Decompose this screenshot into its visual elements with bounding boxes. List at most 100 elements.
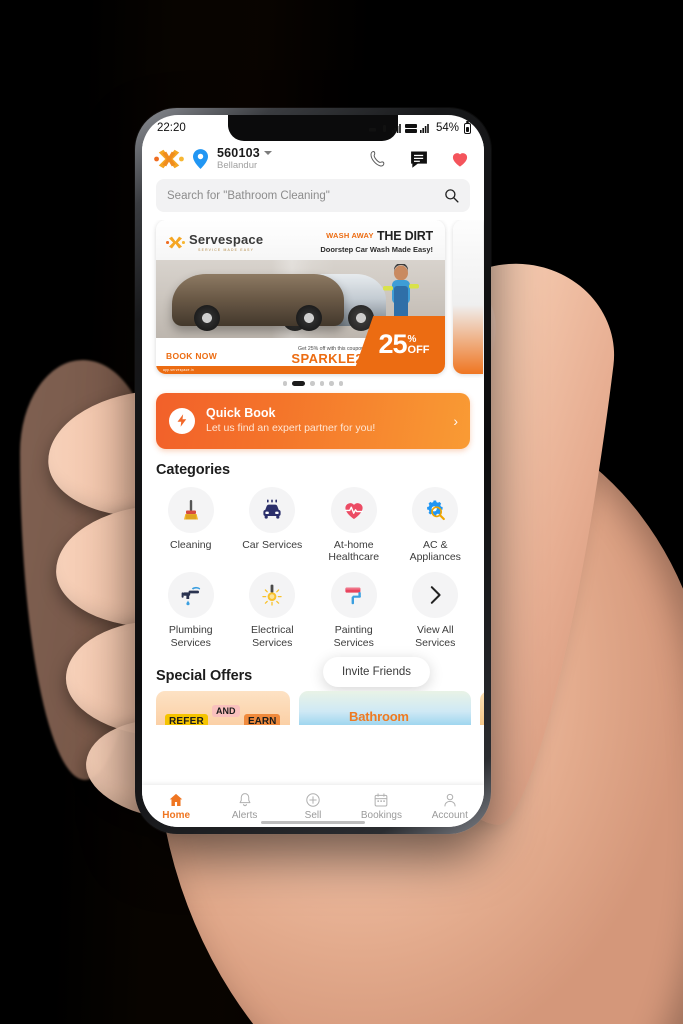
chat-icon[interactable]	[409, 149, 429, 169]
earn-word: EARN	[244, 714, 281, 725]
banner-discount-off: OFF	[407, 343, 430, 356]
banner-brand-name: Servespace	[189, 232, 264, 247]
category-label: Painting Services	[333, 624, 374, 649]
quick-book-card[interactable]: Quick Book Let us find an expert partner…	[156, 392, 470, 449]
banner-subheadline: Doorstep Car Wash Made Easy!	[320, 245, 433, 254]
calendar-icon	[375, 792, 388, 806]
battery-percent-label: 54%	[435, 122, 459, 134]
nav-item-home[interactable]: Home	[142, 785, 210, 827]
phone-device-frame: 22:20 54% 560103 Bellandur Search for "B…	[135, 108, 491, 834]
banner-pagination-dots[interactable]	[142, 374, 484, 391]
nav-label: Sell	[304, 809, 322, 821]
special-offers-header: Special Offers Invite Friends	[142, 649, 484, 689]
banner-headline-row: WASH AWAY THE DIRT	[320, 230, 433, 243]
category-car-services[interactable]: Car Services	[232, 486, 314, 564]
special-offers-title: Special Offers	[156, 668, 253, 684]
category-plumbing-services[interactable]: Plumbing Services	[150, 572, 232, 649]
signal-bars-icon-1	[391, 123, 401, 133]
vibrate-icon	[382, 124, 386, 132]
pagination-dot[interactable]	[310, 381, 315, 386]
chevron-right-icon	[412, 572, 459, 619]
bathroom-offer-title: Bathroom	[349, 709, 409, 724]
bell-icon	[239, 792, 251, 806]
banner-discount-percent: %	[407, 333, 417, 345]
status-bar-icons: 54%	[368, 120, 471, 134]
banner-headlines: WASH AWAY THE DIRT Doorstep Car Wash Mad…	[320, 230, 437, 254]
search-input[interactable]	[167, 189, 444, 202]
wheel-icon	[296, 305, 322, 331]
header-actions	[368, 149, 470, 169]
signal-bars-icon-2	[419, 123, 429, 133]
banner-brand-tagline: SERVICE MADE EASY	[198, 248, 255, 252]
nav-label: Account	[431, 809, 468, 821]
bathroom-offer-card[interactable]: Bathroom	[299, 691, 471, 725]
category-label: Electrical Services	[250, 624, 294, 649]
banner-footer-url: app.servespace.in	[163, 368, 194, 372]
promo-banner-car-wash[interactable]: Servespace SERVICE MADE EASY WASH AWAY T…	[156, 220, 445, 374]
special-offers-carousel[interactable]: REFER AND EARN Bathroom 🏠	[142, 689, 484, 725]
categories-grid: Cleaning Car Services At-home Healthcare…	[142, 486, 484, 650]
banner-carousel[interactable]: Servespace SERVICE MADE EASY WASH AWAY T…	[142, 220, 484, 374]
home-icon	[169, 793, 183, 806]
car-icon	[249, 486, 296, 533]
volte-icon	[404, 123, 417, 133]
category-label: View All Services	[415, 624, 456, 649]
favorites-icon[interactable]	[450, 149, 470, 169]
refer-word: REFER	[165, 714, 208, 725]
pagination-dot[interactable]	[282, 381, 288, 386]
quick-book-title: Quick Book	[206, 405, 276, 420]
location-selector[interactable]: 560103 Bellandur	[217, 145, 272, 172]
invite-friends-button[interactable]: Invite Friends	[322, 657, 430, 687]
paint-roller-icon	[330, 572, 377, 619]
third-offer-card[interactable]: 🏠	[480, 691, 484, 725]
category-view-all-services[interactable]: View All Services	[395, 572, 477, 649]
pagination-dot[interactable]	[319, 381, 325, 386]
status-bar: 22:20 54%	[142, 115, 484, 141]
heart-pulse-icon	[330, 486, 377, 533]
nav-item-account[interactable]: Account	[416, 785, 484, 827]
banner-headline-small: WASH AWAY	[326, 231, 374, 240]
bulb-icon	[249, 572, 296, 619]
lightning-bolt-icon	[169, 407, 195, 434]
alarm-icon	[368, 127, 377, 132]
plus-circle-icon	[306, 792, 320, 807]
promo-banner-next-peek[interactable]	[453, 220, 483, 374]
person-icon	[444, 793, 456, 806]
refer-and-earn-card[interactable]: REFER AND EARN	[156, 691, 290, 725]
banner-car-dirty	[172, 274, 344, 331]
category-electrical-services[interactable]: Electrical Services	[232, 572, 314, 649]
category-label: Plumbing Services	[168, 624, 213, 649]
pagination-dot[interactable]	[338, 381, 344, 386]
scroll-body[interactable]: Servespace SERVICE MADE EASY WASH AWAY T…	[142, 220, 484, 785]
banner-book-now-cta[interactable]: BOOK NOW	[156, 351, 217, 361]
category-label: Car Services	[242, 538, 303, 551]
chevron-down-icon[interactable]	[263, 151, 272, 156]
category-ac-appliances[interactable]: AC & Appliances	[395, 486, 477, 564]
and-word: AND	[212, 705, 240, 717]
chevron-right-icon[interactable]: ›	[453, 413, 458, 429]
call-icon[interactable]	[368, 149, 388, 169]
broom-icon	[167, 486, 214, 533]
pagination-dot[interactable]	[329, 381, 334, 386]
categories-title: Categories	[156, 461, 230, 478]
appliance-gear-icon	[412, 486, 459, 533]
banner-top-bar: Servespace SERVICE MADE EASY WASH AWAY T…	[156, 220, 445, 260]
location-pincode: 560103	[217, 145, 260, 160]
quick-book-subtitle: Let us find an expert partner for you!	[206, 422, 376, 435]
category-painting-services[interactable]: Painting Services	[313, 572, 395, 649]
servespace-logo-icon[interactable]	[154, 146, 184, 172]
nav-label: Home	[162, 809, 191, 821]
search-bar[interactable]	[156, 179, 470, 212]
category-label: AC & Appliances	[409, 538, 461, 563]
nav-label: Alerts	[231, 809, 258, 821]
banner-discount-number: 25	[378, 329, 407, 360]
location-pin-icon[interactable]	[193, 149, 208, 169]
search-icon[interactable]	[444, 188, 459, 203]
pagination-dot-active[interactable]	[292, 381, 306, 386]
status-bar-time: 22:20	[157, 122, 186, 134]
category-label: At-home Healthcare	[328, 538, 380, 563]
category-cleaning[interactable]: Cleaning	[150, 486, 232, 564]
banner-footer-strip: app.servespace.in	[156, 366, 445, 374]
category-at-home-healthcare[interactable]: At-home Healthcare	[313, 486, 395, 564]
faucet-icon	[167, 572, 214, 619]
